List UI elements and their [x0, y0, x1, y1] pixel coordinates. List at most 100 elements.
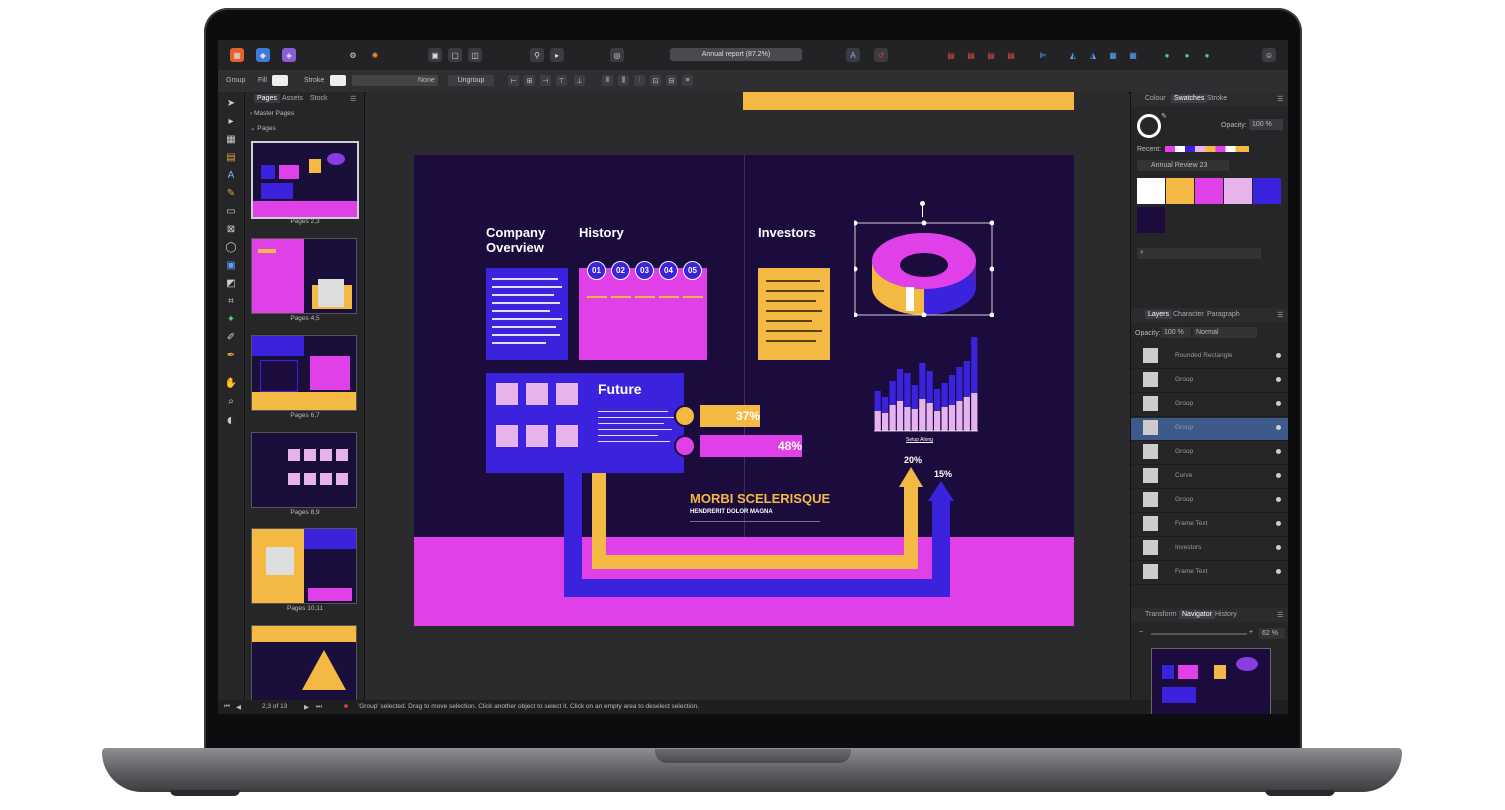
ring-chart-graphic[interactable]: [854, 217, 994, 317]
center-icon[interactable]: ⊡: [650, 75, 661, 86]
headline-text[interactable]: MORBI SCELERISQUE: [690, 491, 830, 506]
align-icon[interactable]: ⊫: [1036, 48, 1050, 62]
align-right-icon[interactable]: ⊣: [540, 75, 551, 86]
color-swatch[interactable]: [1137, 207, 1165, 233]
color-swatch[interactable]: [1253, 178, 1281, 204]
document-canvas[interactable]: Company Overview History Investors 01 02…: [366, 92, 1128, 700]
visibility-icon[interactable]: [1276, 353, 1281, 358]
visibility-icon[interactable]: [1276, 497, 1281, 502]
subheadline-text[interactable]: HENDRERIT DOLOR MAGNA: [690, 509, 773, 515]
tab-colour[interactable]: Colour: [1145, 95, 1166, 102]
page-thumbnail[interactable]: [251, 238, 357, 314]
visibility-icon[interactable]: [1276, 569, 1281, 574]
pen-tool-icon[interactable]: ✎: [224, 186, 238, 200]
boolean-intersect-icon[interactable]: ●: [1200, 48, 1214, 62]
page-thumbnail[interactable]: [251, 432, 357, 508]
palette-dropdown[interactable]: Annual Review 23: [1137, 160, 1229, 171]
table-tool-icon[interactable]: ▦: [224, 132, 238, 146]
color-swatch[interactable]: [1137, 178, 1165, 204]
swatch-search-input[interactable]: ⌕: [1137, 248, 1261, 259]
color-swatch[interactable]: [1195, 178, 1223, 204]
align-bottom-icon[interactable]: ⊥: [574, 75, 585, 86]
page-thumbnail[interactable]: [251, 528, 357, 604]
opacity-field[interactable]: 100 %: [1249, 119, 1283, 130]
ungroup-button[interactable]: Ungroup: [448, 75, 494, 86]
fill-tool-icon[interactable]: ◩: [224, 276, 238, 290]
visibility-icon[interactable]: [1276, 425, 1281, 430]
align-left-icon[interactable]: ⊢: [508, 75, 519, 86]
tab-layers[interactable]: Layers: [1145, 310, 1173, 319]
investors-box[interactable]: [758, 268, 830, 360]
color-swatch[interactable]: [1166, 178, 1194, 204]
transparency-tool-icon[interactable]: ✦: [224, 312, 238, 326]
tab-transform[interactable]: Transform: [1145, 611, 1177, 618]
bar-chart-graphic[interactable]: [874, 331, 978, 435]
zoom-tool-icon[interactable]: ⌕: [224, 394, 238, 408]
publisher-persona-icon[interactable]: ▦: [230, 48, 244, 62]
color-wells-icon[interactable]: ◐: [224, 412, 238, 429]
ellipse-tool-icon[interactable]: ◯: [224, 240, 238, 254]
arrange-back-icon[interactable]: ▤: [984, 48, 998, 62]
link-icon[interactable]: ◎: [610, 48, 624, 62]
layer-row[interactable]: Group: [1131, 490, 1288, 513]
master-pages-row[interactable]: › Master Pages: [250, 110, 362, 122]
layer-row[interactable]: Frame Text: [1131, 562, 1288, 585]
investors-heading[interactable]: Investors: [758, 225, 816, 240]
color-swatch[interactable]: [1224, 178, 1252, 204]
next-page-icon[interactable]: ▶: [304, 703, 309, 711]
zoom-in-icon[interactable]: +: [1249, 629, 1253, 636]
move-tool-icon[interactable]: ➤: [224, 96, 238, 110]
rotate-handle[interactable]: [920, 201, 925, 206]
crop-tool-icon[interactable]: ⌗: [224, 294, 238, 308]
artistic-text-tool-icon[interactable]: A: [224, 168, 238, 182]
hand-tool-icon[interactable]: ✋: [224, 376, 238, 390]
pin-icon[interactable]: ⚲: [530, 48, 544, 62]
text-frame-icon[interactable]: A: [846, 48, 860, 62]
flip-horizontal-icon[interactable]: ◭: [1066, 48, 1080, 62]
tab-assets[interactable]: Assets: [282, 95, 303, 102]
layer-row[interactable]: Group: [1131, 442, 1288, 465]
future-heading[interactable]: Future: [598, 381, 642, 397]
align-center-icon[interactable]: ⊞: [524, 75, 535, 86]
layer-row[interactable]: Group: [1131, 394, 1288, 417]
tab-pages[interactable]: Pages: [254, 94, 280, 103]
blend-mode-select[interactable]: Normal: [1193, 327, 1257, 338]
tab-history[interactable]: History: [1215, 611, 1237, 618]
visibility-icon[interactable]: [1276, 377, 1281, 382]
layer-row[interactable]: Curve: [1131, 466, 1288, 489]
boolean-add-icon[interactable]: ●: [1160, 48, 1174, 62]
align-top-icon[interactable]: ⊤: [556, 75, 567, 86]
panel-menu-icon[interactable]: ☰: [350, 95, 356, 103]
recent-colors[interactable]: [1165, 146, 1249, 152]
insert-icon[interactable]: ▸: [550, 48, 564, 62]
stroke-swatch[interactable]: [330, 75, 346, 86]
zoom-slider[interactable]: [1151, 633, 1247, 635]
wrap-icon[interactable]: ↺: [874, 48, 888, 62]
view-mode-icon[interactable]: ▣: [428, 48, 442, 62]
layers-opacity-field[interactable]: 100 %: [1161, 327, 1191, 338]
prev-page-icon[interactable]: ◀: [236, 703, 241, 711]
tab-stroke[interactable]: Stroke: [1207, 95, 1227, 102]
visibility-icon[interactable]: [1276, 521, 1281, 526]
designer-persona-icon[interactable]: ◆: [256, 48, 270, 62]
snapping-icon[interactable]: ✺: [368, 48, 382, 62]
pages-row[interactable]: ⌄ Pages: [250, 124, 362, 136]
eyedropper-icon[interactable]: ✎: [1161, 112, 1167, 120]
history-box[interactable]: [579, 268, 707, 360]
layer-row[interactable]: Frame Text: [1131, 514, 1288, 537]
navigator-preview[interactable]: [1151, 648, 1271, 714]
frame-text-tool-icon[interactable]: ▤: [224, 150, 238, 164]
history-heading[interactable]: History: [579, 225, 624, 240]
first-page-icon[interactable]: ⏮: [224, 703, 230, 711]
middle-icon[interactable]: ⊟: [666, 75, 677, 86]
panel-menu-icon[interactable]: ☰: [1277, 611, 1283, 619]
arrange-forward-icon[interactable]: ▤: [964, 48, 978, 62]
last-page-icon[interactable]: ⏭: [316, 703, 322, 711]
account-icon[interactable]: ☺: [1262, 48, 1276, 62]
panel-menu-icon[interactable]: ☰: [1277, 311, 1283, 319]
visibility-icon[interactable]: [1276, 545, 1281, 550]
page-spread[interactable]: Company Overview History Investors 01 02…: [414, 155, 1074, 626]
boolean-subtract-icon[interactable]: ●: [1180, 48, 1194, 62]
record-icon[interactable]: ■: [344, 703, 348, 710]
layer-row[interactable]: Investors: [1131, 538, 1288, 561]
